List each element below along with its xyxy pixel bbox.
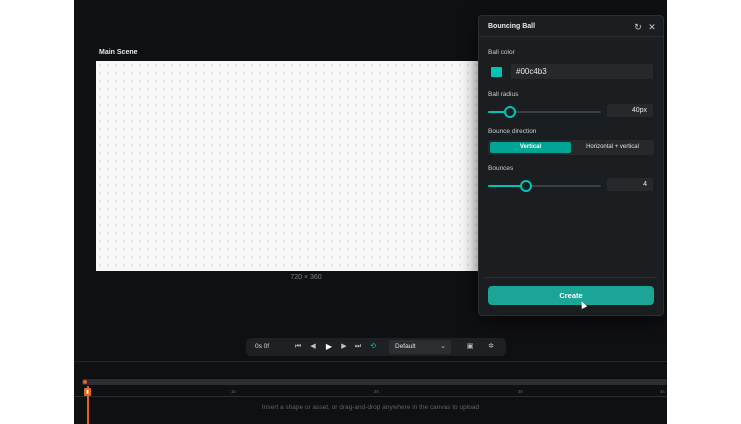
- time-display: 0s 0f: [255, 343, 270, 350]
- ruler-label: 4s: [660, 389, 665, 394]
- close-icon[interactable]: ✕: [647, 22, 657, 32]
- chevron-down-icon: ⌄: [440, 343, 446, 350]
- play-icon[interactable]: ▶: [324, 338, 334, 356]
- ruler-label: 1s: [231, 389, 236, 394]
- playhead-handle[interactable]: ▮: [84, 388, 91, 396]
- ball-radius-input[interactable]: 40px: [607, 104, 653, 117]
- bounces-label: Bounces: [488, 165, 514, 172]
- skip-forward-icon[interactable]: ⏭: [353, 338, 363, 356]
- timeline-hint: Insert a shape or asset, or drag-and-dro…: [261, 404, 480, 411]
- timeline-ruler[interactable]: 1s 2s 3s 4s: [74, 387, 667, 397]
- loop-icon[interactable]: ⟲: [368, 338, 378, 356]
- settings-icon[interactable]: ✲: [486, 338, 496, 356]
- ball-radius-label: Ball radius: [488, 91, 519, 98]
- timeline-scrollbar[interactable]: [82, 379, 667, 385]
- ball-radius-handle[interactable]: [504, 106, 516, 118]
- create-button[interactable]: Create: [488, 286, 654, 305]
- playback-toolbar: 0s 0f ⏮ ◀ ▶ ▶ ⏭ ⟲ Default ⌄ ▣ ✲: [246, 338, 506, 356]
- ball-color-label: Ball color: [488, 49, 515, 56]
- canvas-dimensions: 720 × 360: [290, 274, 322, 281]
- panel-footer-divider: [485, 277, 657, 278]
- ball-color-swatch[interactable]: [491, 67, 502, 77]
- ruler-label: 3s: [518, 389, 523, 394]
- panel-title: Bouncing Ball: [488, 23, 536, 30]
- canvas[interactable]: [96, 61, 478, 271]
- bounce-direction-label: Bounce direction: [488, 128, 537, 135]
- editor-app: Main Scene 720 × 360 Bouncing Ball ↻ ✕ B…: [74, 0, 667, 424]
- direction-horizontal-vertical-option[interactable]: Horizontal + vertical: [573, 142, 652, 153]
- step-back-icon[interactable]: ◀: [308, 338, 318, 356]
- bounces-slider[interactable]: [488, 185, 601, 187]
- bounces-input[interactable]: 4: [607, 178, 653, 191]
- ruler-label: 2s: [374, 389, 379, 394]
- bouncing-ball-panel: Bouncing Ball ↻ ✕ Ball color #00c4b3 Bal…: [478, 15, 664, 316]
- speed-select-value: Default: [395, 343, 416, 350]
- scene-title: Main Scene: [99, 49, 138, 56]
- timeline-divider: [74, 361, 667, 362]
- bounces-handle[interactable]: [520, 180, 532, 192]
- skip-back-icon[interactable]: ⏮: [293, 338, 303, 356]
- timeline-start-marker: [83, 380, 87, 384]
- direction-vertical-option[interactable]: Vertical: [490, 142, 571, 153]
- bounce-direction-toggle: Vertical Horizontal + vertical: [488, 140, 654, 155]
- refresh-icon[interactable]: ↻: [633, 22, 643, 32]
- ball-color-input[interactable]: #00c4b3: [511, 64, 653, 79]
- panel-divider: [479, 36, 663, 37]
- step-forward-icon[interactable]: ▶: [339, 338, 349, 356]
- caption-icon[interactable]: ▣: [465, 338, 475, 356]
- speed-select[interactable]: Default ⌄: [389, 340, 451, 354]
